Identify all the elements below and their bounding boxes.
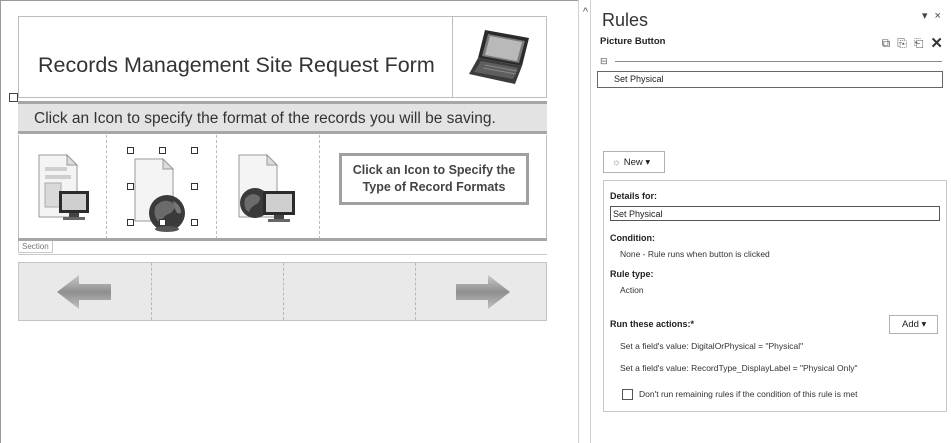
add-action-button[interactable]: Add ▾ xyxy=(889,315,938,334)
section-container[interactable]: Section xyxy=(18,241,547,255)
rule-type-value: Action xyxy=(620,285,644,295)
icon-button-row: Click an Icon to Specify the Type of Rec… xyxy=(18,135,547,239)
next-button-cell xyxy=(416,263,546,320)
nav-cell-empty xyxy=(284,263,416,320)
both-picture-button[interactable] xyxy=(217,135,320,239)
selection-handle[interactable] xyxy=(191,183,198,190)
form-canvas: Records Management Site Request Form Cli… xyxy=(0,0,578,443)
title-cell[interactable]: Records Management Site Request Form xyxy=(18,16,452,98)
navigation-row xyxy=(18,262,547,321)
pane-title: Rules xyxy=(602,10,649,30)
callout-cell: Click an Icon to Specify the Type of Rec… xyxy=(320,135,548,239)
rule-type-label: Rule type: xyxy=(610,269,654,279)
form-title: Records Management Site Request Form xyxy=(38,53,435,77)
selection-handle[interactable] xyxy=(127,219,134,226)
rule-details-panel: Details for: Condition: None - Rule runs… xyxy=(603,180,947,412)
next-arrow-icon[interactable] xyxy=(452,273,512,311)
rule-set-icon: ⊟ xyxy=(600,56,608,66)
digital-and-physical-icon xyxy=(238,153,295,222)
scroll-up-icon[interactable]: ^ xyxy=(580,6,591,18)
digital-picture-button[interactable] xyxy=(19,135,107,239)
laptop-icon xyxy=(469,30,529,84)
action-item[interactable]: Set a field's value: DigitalOrPhysical =… xyxy=(620,341,803,351)
add-button-label: Add xyxy=(902,319,919,330)
section-label: Section xyxy=(18,241,53,253)
physical-picture-button[interactable] xyxy=(107,135,217,239)
rule-list-divider xyxy=(615,61,942,62)
back-arrow-icon[interactable] xyxy=(55,273,115,311)
selection-handle[interactable] xyxy=(159,147,166,154)
digital-records-icon xyxy=(38,153,89,220)
control-name: Picture Button xyxy=(600,36,666,47)
nav-cell-empty xyxy=(152,263,284,320)
form-layout: Records Management Site Request Form Cli… xyxy=(18,16,547,321)
paste-icon[interactable]: ⎘ xyxy=(897,36,907,51)
required-marker: * xyxy=(690,319,695,329)
new-rule-button[interactable]: ☼ New ▾ xyxy=(603,151,665,173)
selection-handle[interactable] xyxy=(191,219,198,226)
selection-handle[interactable] xyxy=(159,219,166,226)
selection-handle[interactable] xyxy=(127,183,134,190)
canvas-scrollbar[interactable]: ^ xyxy=(578,0,591,443)
new-rule-icon: ☼ xyxy=(612,157,621,168)
instruction-text: Click an Icon to specify the format of t… xyxy=(34,110,496,127)
format-callout: Click an Icon to Specify the Type of Rec… xyxy=(339,153,529,205)
actions-label: Run these actions:* xyxy=(610,319,694,329)
rules-toolbar: ⧉ ⎘ ⎗ ✕ xyxy=(882,34,943,52)
stop-rules-checkbox[interactable] xyxy=(622,389,633,400)
pane-header-controls[interactable]: ▾ × xyxy=(922,9,943,22)
delete-icon[interactable]: ✕ xyxy=(930,34,943,52)
condition-label: Condition: xyxy=(610,233,655,243)
copy-icon[interactable]: ⧉ xyxy=(882,36,891,51)
selection-handle[interactable] xyxy=(191,147,198,154)
rule-list-item[interactable]: Set Physical xyxy=(597,71,943,88)
back-button-cell xyxy=(19,263,152,320)
condition-value[interactable]: None - Rule runs when button is clicked xyxy=(620,249,770,259)
rules-pane: Rules ▾ × Picture Button ⧉ ⎘ ⎗ ✕ ⊟ Set P… xyxy=(591,0,951,443)
instruction-bar: Click an Icon to specify the format of t… xyxy=(18,101,547,134)
table-handle[interactable] xyxy=(9,93,18,102)
photo-cell[interactable] xyxy=(452,16,547,98)
actions-label-text: Run these actions: xyxy=(610,319,691,329)
action-item[interactable]: Set a field's value: RecordType_DisplayL… xyxy=(620,363,858,373)
stop-rules-label: Don't run remaining rules if the conditi… xyxy=(639,389,858,399)
selection-handle[interactable] xyxy=(127,147,134,154)
new-button-label: New xyxy=(623,157,643,168)
rule-name-input[interactable] xyxy=(610,206,940,221)
details-label: Details for: xyxy=(610,191,658,201)
paste-rule-icon[interactable]: ⎗ xyxy=(914,36,924,51)
